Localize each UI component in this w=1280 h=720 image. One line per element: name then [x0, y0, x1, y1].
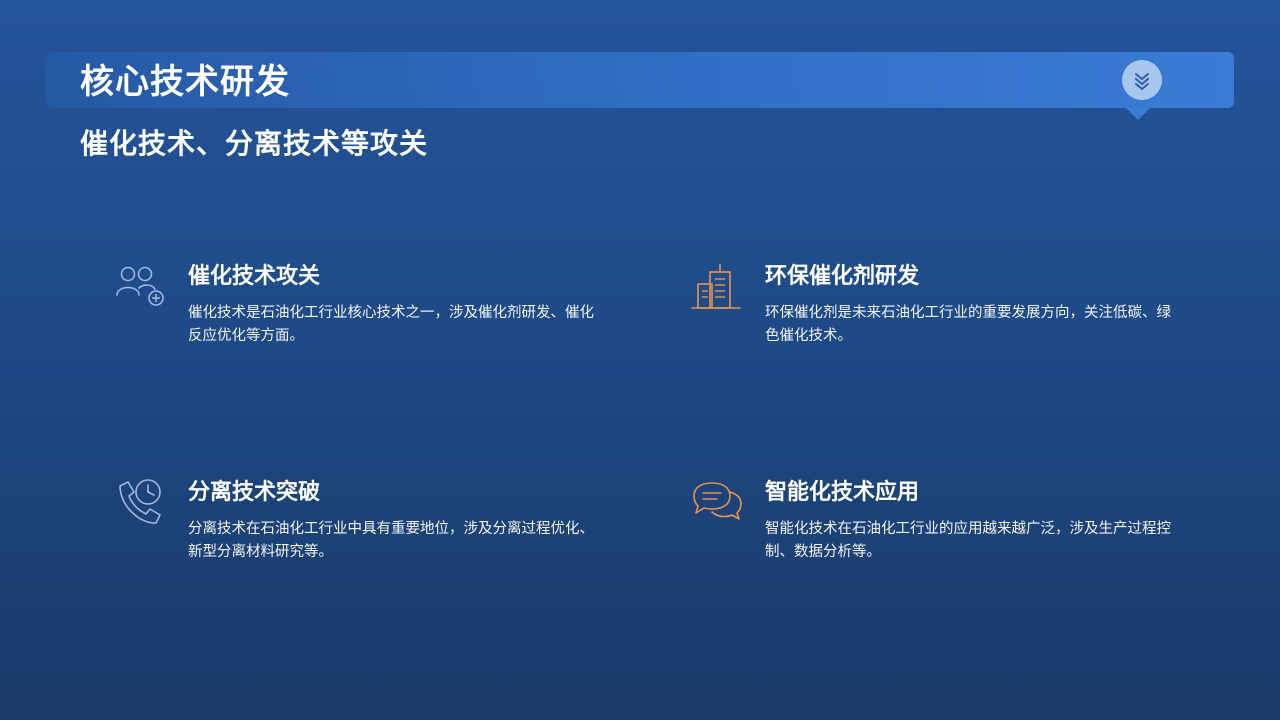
feature-desc: 智能化技术在石油化工行业的应用越来越广泛，涉及生产过程控制、数据分析等。	[765, 521, 1171, 560]
feature-title: 环保催化剂研发	[765, 264, 920, 289]
feature-desc: 环保催化剂是未来石油化工行业的重要发展方向，关注低碳、绿色催化技术。	[765, 305, 1171, 344]
page-subtitle: 催化技术、分离技术等攻关	[80, 127, 429, 160]
phone-clock-icon	[112, 476, 168, 532]
feature-title: 智能化技术应用	[765, 480, 920, 505]
feature-desc: 分离技术在石油化工行业中具有重要地位，涉及分离过程优化、新型分离材料研究等。	[188, 521, 594, 560]
feature-title: 分离技术突破	[188, 480, 321, 505]
chat-bubbles-icon	[690, 478, 746, 534]
double-chevron-down-icon	[1122, 60, 1162, 100]
header-pointer	[1126, 108, 1150, 120]
feature-desc: 催化技术是石油化工行业核心技术之一，涉及催化剂研发、催化反应优化等方面。	[188, 305, 594, 344]
buildings-icon	[690, 260, 746, 316]
page-title: 核心技术研发	[80, 62, 290, 102]
feature-title: 催化技术攻关	[188, 264, 321, 289]
users-add-icon	[114, 262, 170, 318]
